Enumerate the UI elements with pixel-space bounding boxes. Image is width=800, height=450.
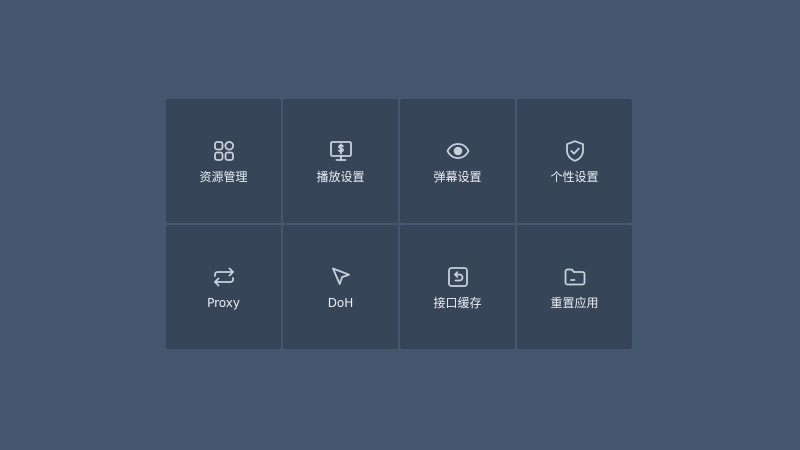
tile-label: 重置应用 — [550, 296, 599, 310]
tile-doh[interactable]: DoH — [283, 225, 398, 349]
repeat-icon — [212, 265, 236, 289]
tile-label: 弹幕设置 — [433, 170, 482, 184]
eye-icon — [446, 139, 470, 163]
tile-label: 接口缓存 — [433, 296, 482, 310]
tile-label: 个性设置 — [550, 170, 599, 184]
resources-icon — [212, 139, 236, 163]
tile-label: 资源管理 — [199, 170, 248, 184]
settings-screen: 资源管理 播放设置 弹幕设置 个性设置 Proxy DoH 接口缓存 重置应用 — [0, 0, 800, 450]
shield-check-icon — [563, 139, 587, 163]
settings-grid: 资源管理 播放设置 弹幕设置 个性设置 Proxy DoH 接口缓存 重置应用 — [166, 99, 634, 351]
tile-playback-settings[interactable]: 播放设置 — [283, 99, 398, 223]
tile-label: Proxy — [207, 296, 240, 310]
undo-box-icon — [446, 265, 470, 289]
tile-personal-settings[interactable]: 个性设置 — [517, 99, 632, 223]
monitor-icon — [329, 139, 353, 163]
tile-label: DoH — [327, 296, 354, 310]
tile-reset-app[interactable]: 重置应用 — [517, 225, 632, 349]
cursor-icon — [329, 265, 353, 289]
folder-icon — [563, 265, 587, 289]
tile-proxy[interactable]: Proxy — [166, 225, 281, 349]
tile-interface-cache[interactable]: 接口缓存 — [400, 225, 515, 349]
tile-label: 播放设置 — [316, 170, 365, 184]
tile-danmaku-settings[interactable]: 弹幕设置 — [400, 99, 515, 223]
tile-resource-management[interactable]: 资源管理 — [166, 99, 281, 223]
